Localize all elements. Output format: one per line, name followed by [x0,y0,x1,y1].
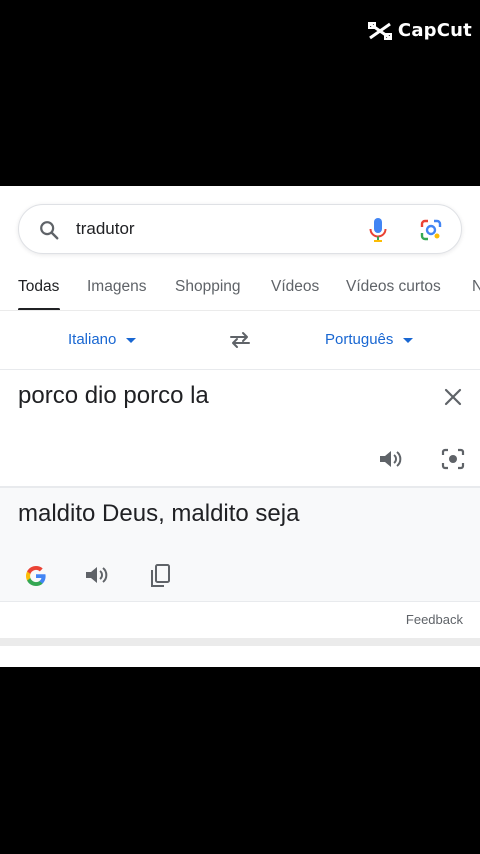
source-text-panel[interactable]: porco dio porco la [0,370,480,486]
watermark-text: CapCut [397,20,472,41]
tab-videos[interactable]: Vídeos [271,278,319,296]
copy-icon[interactable] [148,563,172,589]
source-text[interactable]: porco dio porco la [18,382,209,410]
tab-shopping[interactable]: Shopping [175,278,241,296]
feedback-link[interactable]: Feedback [406,612,463,627]
capcut-watermark: CapCut [367,20,472,41]
translation-panel: maldito Deus, maldito seja [0,488,480,601]
search-input[interactable] [76,217,336,241]
tab-overflow[interactable]: N [472,278,480,296]
swap-languages-icon[interactable] [228,330,252,350]
video-frame: CapCut Todas [0,0,480,854]
translation-text: maldito Deus, maldito seja [18,500,300,527]
tab-imagens[interactable]: Imagens [87,278,146,296]
search-bar[interactable] [18,204,462,254]
browser-screen: Todas Imagens Shopping Vídeos Vídeos cur… [0,186,480,667]
capcut-logo-icon [367,21,392,40]
language-bar: Italiano Português [0,311,480,369]
tab-todas[interactable]: Todas [18,278,59,296]
feedback-row: Feedback [0,602,480,638]
tab-videos-curtos[interactable]: Vídeos curtos [346,278,441,296]
caret-down-icon [403,338,414,343]
close-icon[interactable] [443,387,463,407]
source-language-label: Italiano [68,331,117,348]
target-language-label: Português [325,331,394,348]
lens-icon[interactable] [419,218,443,242]
speaker-icon[interactable] [378,448,404,470]
caret-down-icon [126,338,137,343]
bottom-band [0,638,480,646]
target-language-select[interactable]: Português [325,331,414,348]
search-icon[interactable] [38,219,60,241]
google-g-icon[interactable] [24,564,48,588]
mic-icon[interactable] [367,217,389,243]
camera-translate-icon[interactable] [440,447,466,471]
source-language-select[interactable]: Italiano [68,331,137,348]
speaker-icon[interactable] [84,564,110,586]
search-tabs: Todas Imagens Shopping Vídeos Vídeos cur… [0,274,480,310]
